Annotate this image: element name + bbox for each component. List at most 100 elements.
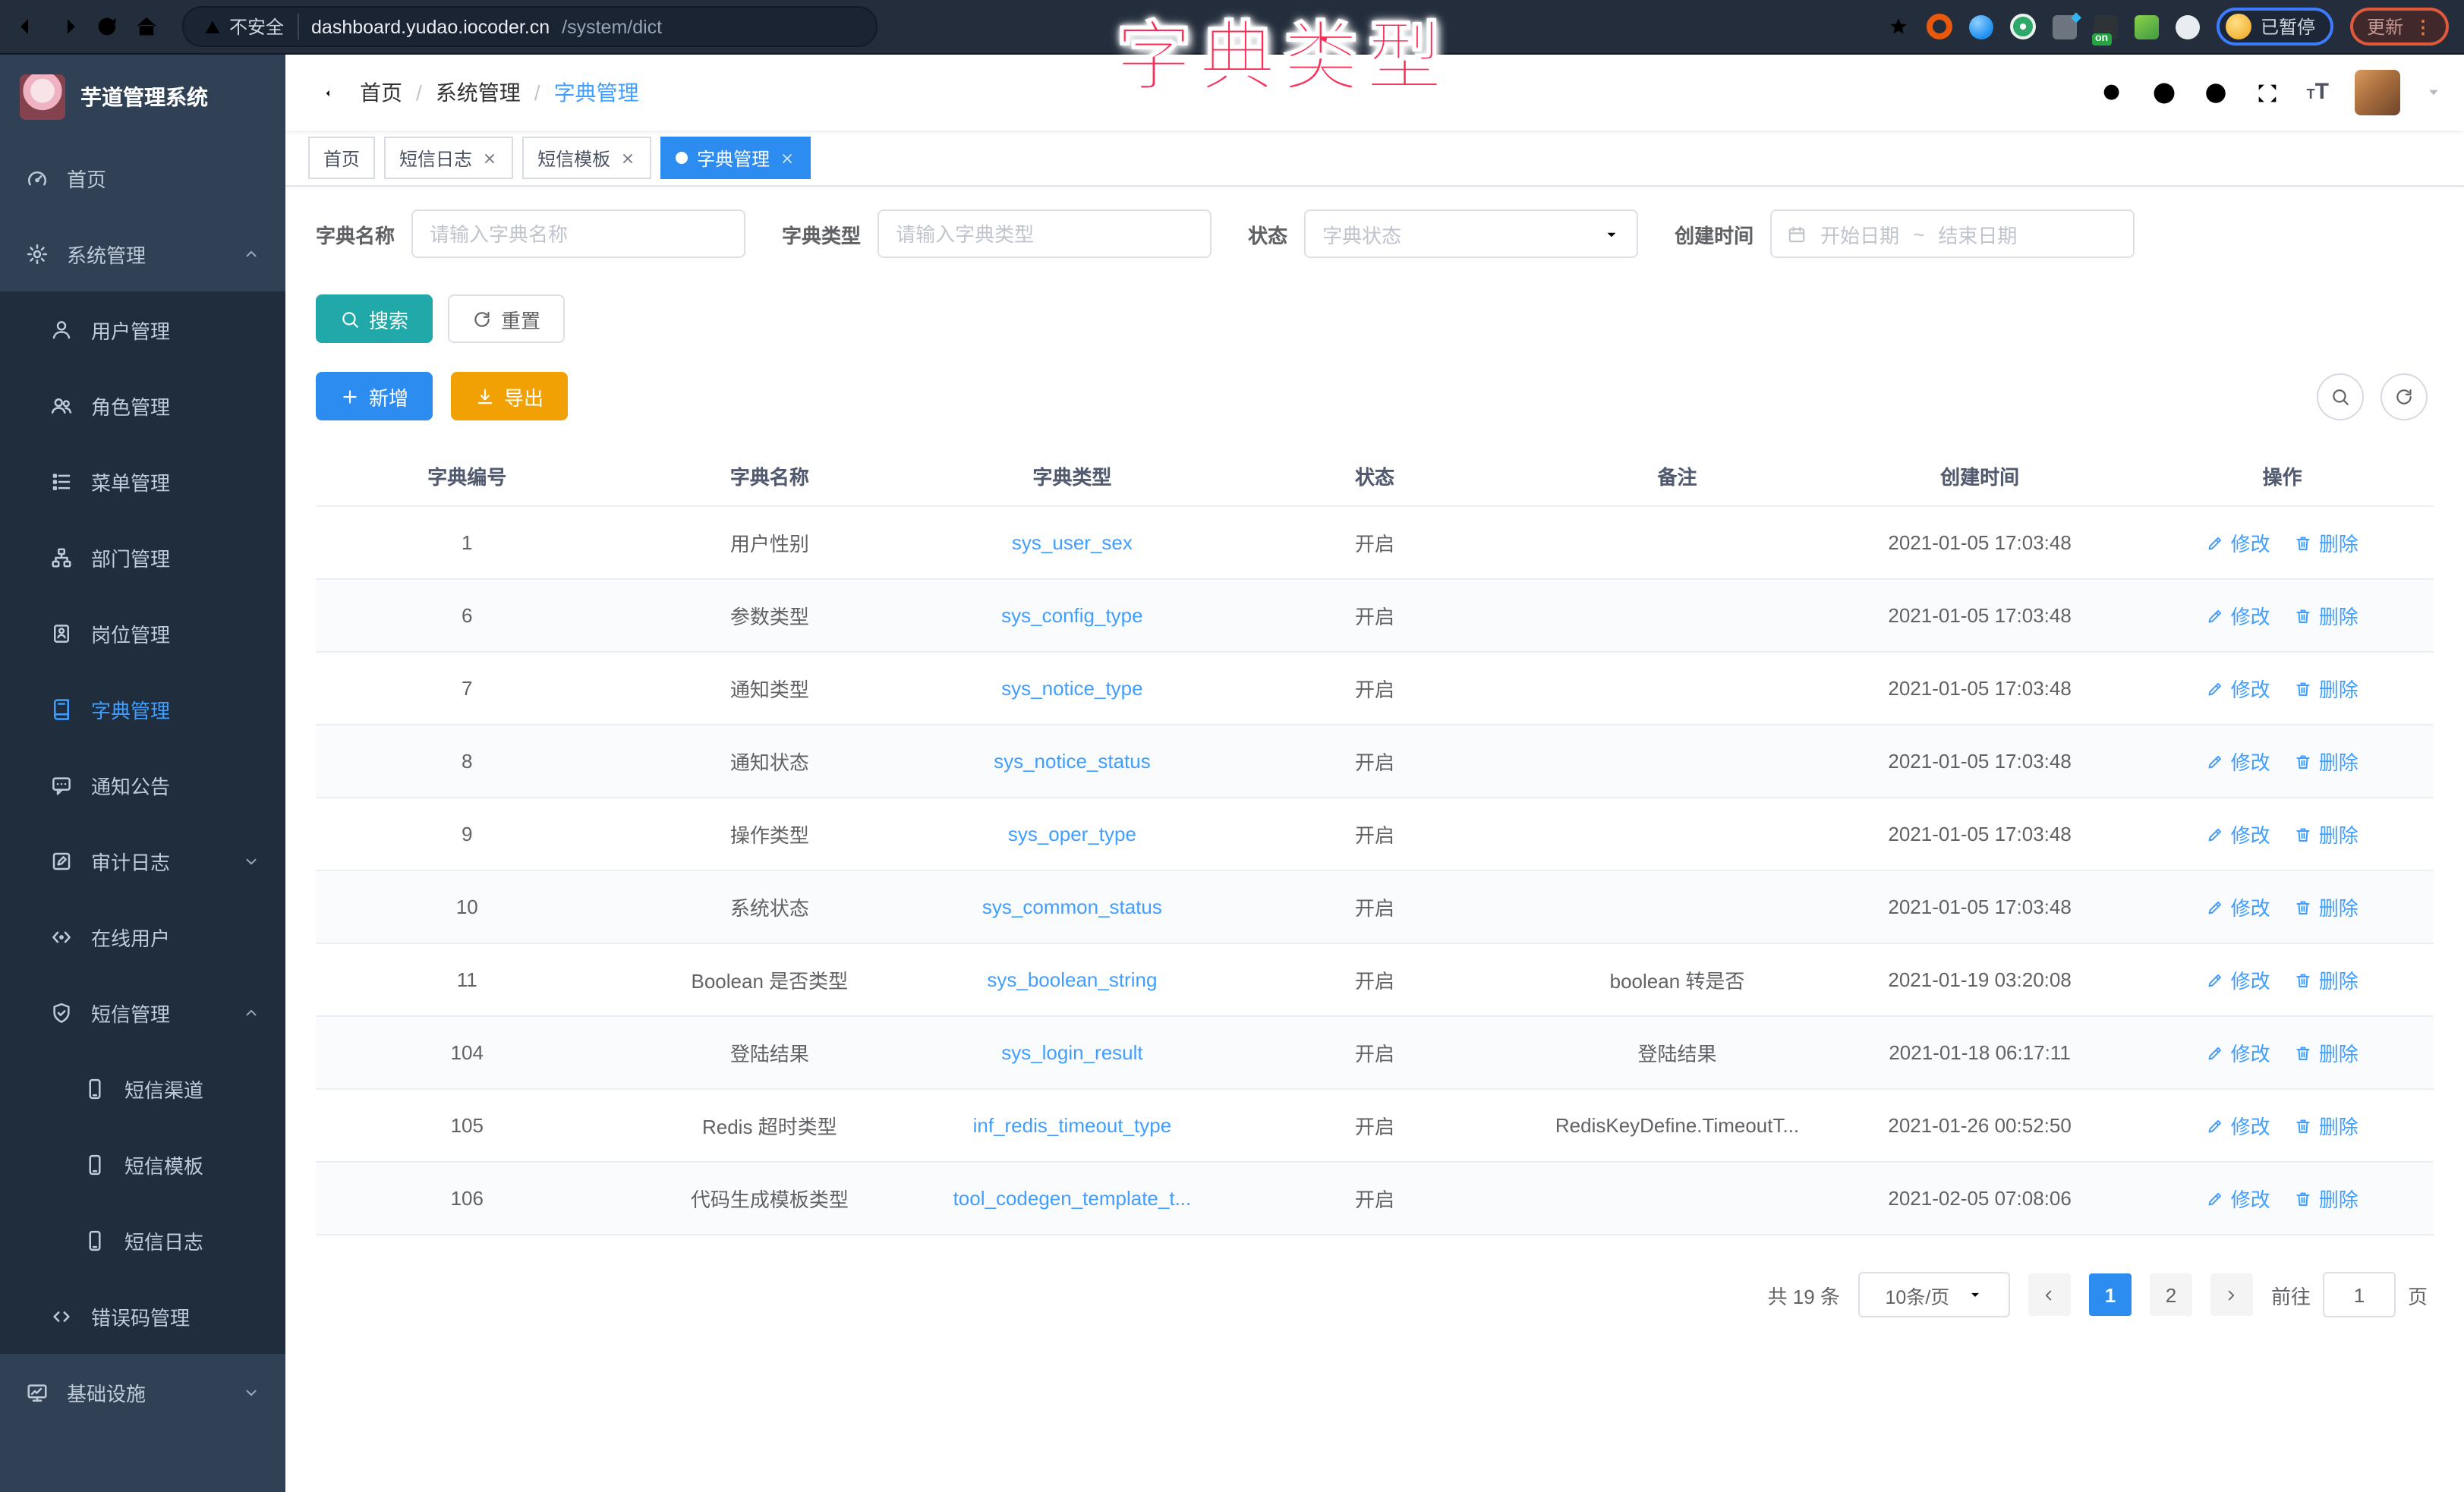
delete-link[interactable]: 删除 — [2295, 674, 2358, 703]
dict-type-link[interactable]: tool_codegen_template_t... — [953, 1187, 1192, 1210]
status-select[interactable]: 字典状态 — [1304, 209, 1638, 258]
sidebar-item-sms-template[interactable]: 短信模板 — [0, 1126, 285, 1202]
fullscreen-icon[interactable] — [2255, 80, 2281, 105]
refresh-table-button[interactable] — [2381, 373, 2428, 420]
sidebar-item-menus[interactable]: 菜单管理 — [0, 443, 285, 519]
edit-link[interactable]: 修改 — [2207, 674, 2270, 703]
address-bar[interactable]: 不安全 dashboard.yudao.iocoder.cn/system/di… — [182, 6, 878, 47]
dict-name-input[interactable] — [411, 209, 745, 258]
breadcrumb-current[interactable]: 字典管理 — [554, 77, 639, 108]
sidebar-item-infrastructure[interactable]: 基础设施 — [0, 1354, 285, 1430]
delete-link[interactable]: 删除 — [2295, 965, 2358, 994]
close-icon[interactable] — [619, 150, 636, 166]
delete-link[interactable]: 删除 — [2295, 601, 2358, 630]
site-security[interactable]: 不安全 — [203, 14, 299, 39]
sidebar-item-home[interactable]: 首页 — [0, 140, 285, 216]
tab-home[interactable]: 首页 — [308, 137, 375, 179]
sidebar-item-error-code[interactable]: 错误码管理 — [0, 1278, 285, 1354]
sidebar-item-notice[interactable]: 通知公告 — [0, 747, 285, 823]
export-button[interactable]: 导出 — [451, 372, 568, 420]
delete-link[interactable]: 删除 — [2295, 1111, 2358, 1140]
sidebar-toggle-icon[interactable] — [308, 78, 337, 107]
extension-orange-icon[interactable] — [1927, 14, 1952, 39]
dict-type-link[interactable]: sys_notice_status — [994, 750, 1151, 773]
sidebar-item-posts[interactable]: 岗位管理 — [0, 595, 285, 671]
reset-button[interactable]: 重置 — [448, 294, 565, 343]
tab-sms-log[interactable]: 短信日志 — [384, 137, 513, 179]
tab-sms-template[interactable]: 短信模板 — [522, 137, 651, 179]
tab-dict-active[interactable]: 字典管理 — [660, 137, 811, 179]
github-icon[interactable] — [2152, 80, 2178, 105]
sidebar-item-sms[interactable]: 短信管理 — [0, 974, 285, 1050]
dict-type-link[interactable]: sys_boolean_string — [987, 968, 1157, 991]
add-button[interactable]: 新增 — [316, 372, 433, 420]
extension-puzzle-icon[interactable] — [2176, 14, 2200, 39]
browser-reload-icon[interactable] — [94, 14, 120, 39]
font-size-icon[interactable]: TT — [2307, 80, 2329, 105]
breadcrumb-home[interactable]: 首页 — [360, 77, 402, 108]
prev-page-button[interactable] — [2028, 1273, 2071, 1316]
bookmark-star-icon[interactable] — [1887, 15, 1910, 38]
delete-link[interactable]: 删除 — [2295, 528, 2358, 557]
avatar-caret-icon[interactable] — [2426, 85, 2441, 100]
edit-link[interactable]: 修改 — [2207, 528, 2270, 557]
sidebar-item-departments[interactable]: 部门管理 — [0, 519, 285, 595]
sidebar-item-dict[interactable]: 字典管理 — [0, 671, 285, 747]
date-range-picker[interactable]: 开始日期 ~ 结束日期 — [1770, 209, 2135, 258]
sidebar-item-roles[interactable]: 角色管理 — [0, 367, 285, 443]
page-button-2[interactable]: 2 — [2150, 1273, 2192, 1316]
dict-type-link[interactable]: sys_user_sex — [1012, 531, 1133, 554]
delete-link[interactable]: 删除 — [2295, 1038, 2358, 1067]
edit-link[interactable]: 修改 — [2207, 1038, 2270, 1067]
toggle-search-button[interactable] — [2317, 373, 2364, 420]
sidebar-item-users[interactable]: 用户管理 — [0, 291, 285, 367]
goto-page-input[interactable] — [2323, 1272, 2396, 1317]
edit-link[interactable]: 修改 — [2207, 601, 2270, 630]
close-icon[interactable] — [779, 150, 796, 166]
browser-home-icon[interactable] — [134, 14, 159, 39]
dict-type-input[interactable] — [878, 209, 1212, 258]
extension-green2-icon[interactable] — [2135, 14, 2159, 39]
sidebar-item-sms-channel[interactable]: 短信渠道 — [0, 1050, 285, 1126]
dict-type-link[interactable]: sys_config_type — [1001, 604, 1142, 627]
page-button-1[interactable]: 1 — [2089, 1273, 2132, 1316]
sidebar-item-online-users[interactable]: 在线用户 — [0, 899, 285, 974]
sidebar-item-system[interactable]: 系统管理 — [0, 216, 285, 291]
delete-link[interactable]: 删除 — [2295, 1184, 2358, 1213]
edit-link[interactable]: 修改 — [2207, 965, 2270, 994]
extension-blue-icon[interactable] — [1969, 14, 1993, 39]
dict-type-link[interactable]: sys_common_status — [982, 896, 1162, 918]
browser-update-button[interactable]: 更新 ⋮ — [2350, 8, 2449, 46]
search-button[interactable]: 搜索 — [316, 294, 433, 343]
edit-link[interactable]: 修改 — [2207, 1111, 2270, 1140]
dict-type-link[interactable]: sys_oper_type — [1008, 823, 1136, 845]
delete-link[interactable]: 删除 — [2295, 747, 2358, 776]
edit-link[interactable]: 修改 — [2207, 1184, 2270, 1213]
sidebar-item-sms-log[interactable]: 短信日志 — [0, 1202, 285, 1278]
dict-type-link[interactable]: inf_redis_timeout_type — [973, 1114, 1172, 1137]
browser-menu-icon[interactable]: ⋮ — [2414, 16, 2432, 37]
help-icon[interactable] — [2204, 80, 2229, 105]
sidebar-item-audit-log[interactable]: 审计日志 — [0, 823, 285, 899]
extension-dark-icon[interactable]: on — [2094, 14, 2118, 39]
breadcrumb-system[interactable]: 系统管理 — [436, 77, 521, 108]
page-size-select[interactable]: 10条/页 — [1858, 1272, 2010, 1317]
delete-link[interactable]: 删除 — [2295, 820, 2358, 848]
edit-link[interactable]: 修改 — [2207, 820, 2270, 848]
extension-green-icon[interactable] — [2010, 14, 2036, 39]
cell-name: 通知类型 — [619, 652, 922, 725]
edit-link[interactable]: 修改 — [2207, 892, 2270, 921]
delete-link[interactable]: 删除 — [2295, 892, 2358, 921]
browser-forward-icon[interactable] — [55, 14, 80, 39]
user-avatar[interactable] — [2355, 70, 2400, 115]
close-icon[interactable] — [481, 150, 498, 166]
dict-type-link[interactable]: sys_login_result — [1001, 1041, 1142, 1064]
browser-back-icon[interactable] — [15, 14, 41, 39]
next-page-button[interactable] — [2210, 1273, 2253, 1316]
paused-extension-pill[interactable]: 已暂停 — [2217, 8, 2333, 46]
extension-grid-icon[interactable] — [2053, 14, 2077, 39]
search-icon[interactable] — [2100, 80, 2126, 105]
edit-link[interactable]: 修改 — [2207, 747, 2270, 776]
app-logo-row[interactable]: 芋道管理系统 — [0, 55, 285, 140]
dict-type-link[interactable]: sys_notice_type — [1001, 677, 1142, 700]
